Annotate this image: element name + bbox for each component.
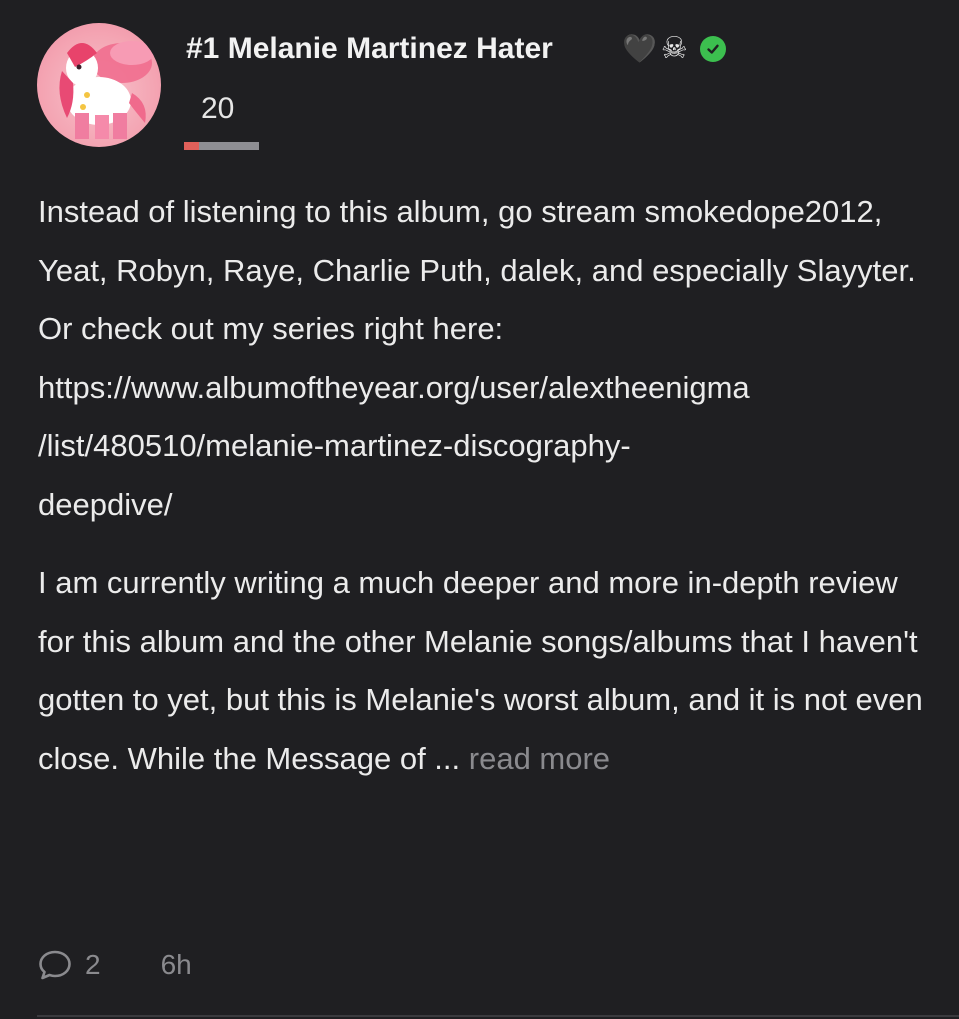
series-link-line-2[interactable]: /list/480510/melanie-martinez-discograph… [38,417,928,476]
divider [37,1015,959,1017]
series-link-line-3[interactable]: deepdive/ [38,476,928,535]
speech-bubble-icon [39,950,71,980]
series-link-line-1[interactable]: https://www.albumoftheyear.org/user/alex… [38,359,928,418]
pink-pony-avatar-image [59,41,154,139]
black-heart-icon: 🖤 [622,33,657,64]
check-circle-icon [699,36,726,62]
comment-button[interactable]: 2 [37,947,161,983]
score-bar-fill [184,142,199,150]
review-footer: 2 6h [37,947,192,983]
author-name[interactable]: #1 Melanie Martinez Hater [186,32,553,66]
score-bar [184,142,259,150]
read-more-link[interactable]: read more [469,741,610,776]
review-score: 20 [201,92,235,125]
author-badges: 🖤 ☠ [622,34,726,64]
comment-count: 2 [85,949,101,980]
timestamp: 6h [160,949,192,980]
avatar[interactable] [37,23,161,147]
review-paragraph-1-text: Instead of listening to this album, go s… [38,194,916,346]
review-paragraph-2: I am currently writing a much deeper and… [38,554,928,788]
skull-crossbones-icon: ☠ [660,32,688,65]
review-paragraph-1: Instead of listening to this album, go s… [38,183,928,534]
review-body: Instead of listening to this album, go s… [38,183,928,788]
